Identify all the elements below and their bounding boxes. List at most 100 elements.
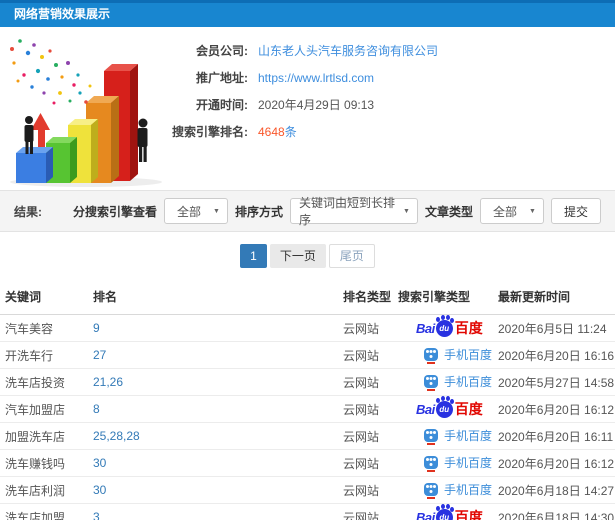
engine-view-select[interactable]: 全部 ▼ xyxy=(163,198,228,224)
update-time-cell: 2020年6月20日 16:12 xyxy=(493,449,615,477)
ranking-count-row: 搜索引擎排名: 4648 条 xyxy=(160,118,615,145)
rank-type-cell: 云网站 xyxy=(338,449,393,477)
member-info: 会员公司: 山东老人头汽车服务咨询有限公司 推广地址: https://www.… xyxy=(160,37,615,145)
filter-controls: 分搜索引擎查看 全部 ▼ 排序方式 关键词由短到长排序 ▼ 文章类型 全部 ▼ … xyxy=(73,196,601,227)
member-company-link[interactable]: 山东老人头汽车服务咨询有限公司 xyxy=(258,42,438,59)
keyword-cell: 洗车店利润 xyxy=(0,476,88,504)
table-row: 汽车加盟店 8 云网站 Bai du 百度 2020年6月20日 16:12 xyxy=(0,395,615,423)
mobile-baidu-label: 手机百度 xyxy=(444,429,493,443)
mobile-baidu-label: 手机百度 xyxy=(444,483,493,497)
promo-url-link[interactable]: https://www.lrtlsd.com xyxy=(258,71,374,85)
results-table: 关键词 排名 排名类型 搜索引擎类型 最新更新时间 汽车美容 9 云网站 Bai… xyxy=(0,280,615,520)
rank-link[interactable]: 3 xyxy=(93,510,100,520)
baidu-paw-icon: du xyxy=(435,397,453,418)
table-row: 洗车赚钱吗 30 云网站 手机百度 2020年6月20日 16:12 xyxy=(0,449,615,477)
article-type-selected: 全部 xyxy=(492,204,517,219)
baidu-paw-icon: du xyxy=(435,316,453,337)
baidu-paw-icon: du xyxy=(435,505,453,520)
baidu-logo-cn: 百度 xyxy=(454,401,483,417)
table-row: 洗车店加盟 3 云网站 Bai du 百度 2020年6月18日 14:30 xyxy=(0,503,615,520)
rank-link[interactable]: 9 xyxy=(93,321,100,335)
table-row: 开洗车行 27 云网站 手机百度 2020年6月20日 16:16 xyxy=(0,341,615,369)
rank-type-cell: 云网站 xyxy=(338,476,393,504)
col-rank: 排名 xyxy=(88,280,338,315)
engine-cell: 手机百度 xyxy=(393,422,493,450)
engine-cell: 手机百度 xyxy=(393,341,493,369)
ranking-count-suffix[interactable]: 条 xyxy=(285,123,297,140)
engine-cell: Bai du 百度 xyxy=(393,503,493,520)
rank-link[interactable]: 30 xyxy=(93,483,106,497)
page-1-button[interactable]: 1 xyxy=(240,244,267,268)
update-time-cell: 2020年6月20日 16:16 xyxy=(493,341,615,369)
update-time-cell: 2020年6月18日 14:30 xyxy=(493,503,615,520)
baidu-logo-bai: Bai xyxy=(416,320,435,336)
open-time-row: 开通时间: 2020年4月29日 09:13 xyxy=(160,91,615,118)
mobile-baidu-label: 手机百度 xyxy=(444,348,493,362)
engine-cell: 手机百度 xyxy=(393,368,493,396)
baidu-logo: Bai du 百度 xyxy=(416,397,483,419)
last-page-button[interactable]: 尾页 xyxy=(328,244,375,268)
engine-cell: 手机百度 xyxy=(393,476,493,504)
chevron-down-icon: ▼ xyxy=(529,207,536,215)
filter-bar: 结果: 分搜索引擎查看 全部 ▼ 排序方式 关键词由短到长排序 ▼ 文章类型 全… xyxy=(0,190,615,232)
engine-cell: Bai du 百度 xyxy=(393,314,493,342)
rank-type-cell: 云网站 xyxy=(338,368,393,396)
baidu-logo: Bai du 百度 xyxy=(416,505,483,520)
rank-link[interactable]: 30 xyxy=(93,456,106,470)
article-type-select[interactable]: 全部 ▼ xyxy=(479,198,544,224)
keyword-cell: 汽车美容 xyxy=(0,314,88,342)
update-time-cell: 2020年6月5日 11:24 xyxy=(493,314,615,342)
summary-section: 会员公司: 山东老人头汽车服务咨询有限公司 推广地址: https://www.… xyxy=(0,27,615,190)
page-header: 网络营销效果展示 xyxy=(0,0,615,27)
rank-link[interactable]: 25,28,28 xyxy=(93,429,140,443)
mobile-baidu-logo: 手机百度 xyxy=(424,427,493,445)
mobile-baidu-logo: 手机百度 xyxy=(424,346,493,364)
sort-select[interactable]: 关键词由短到长排序 ▼ xyxy=(289,196,418,227)
keyword-cell: 洗车店加盟 xyxy=(0,503,88,520)
keyword-cell: 开洗车行 xyxy=(0,341,88,369)
baidu-logo: Bai du 百度 xyxy=(416,316,483,338)
next-page-button[interactable]: 下一页 xyxy=(269,244,326,268)
chevron-down-icon: ▼ xyxy=(213,207,220,215)
col-keyword: 关键词 xyxy=(0,280,88,315)
mobile-baidu-paw-icon xyxy=(424,375,438,391)
engine-view-selected: 全部 xyxy=(176,204,201,219)
baidu-logo-bai: Bai xyxy=(416,509,435,520)
rank-link[interactable]: 27 xyxy=(93,348,106,362)
rank-link[interactable]: 8 xyxy=(93,402,100,416)
update-time-cell: 2020年6月20日 16:12 xyxy=(493,395,615,423)
submit-button[interactable]: 提交 xyxy=(550,198,601,224)
table-header-row: 关键词 排名 排名类型 搜索引擎类型 最新更新时间 xyxy=(0,280,615,315)
mobile-baidu-label: 手机百度 xyxy=(444,456,493,470)
ranking-count-label: 搜索引擎排名: xyxy=(172,125,248,139)
mobile-baidu-paw-icon xyxy=(424,483,438,499)
member-company-label: 会员公司: xyxy=(196,44,248,58)
engine-cell: Bai du 百度 xyxy=(393,395,493,423)
mobile-baidu-logo: 手机百度 xyxy=(424,481,493,499)
page: 网络营销效果展示 会员公司: 山东老人头汽车服务咨询有限公司 推广地址: htt… xyxy=(0,0,615,520)
rank-type-cell: 云网站 xyxy=(338,314,393,342)
chevron-down-icon: ▼ xyxy=(403,207,410,215)
keyword-cell: 汽车加盟店 xyxy=(0,395,88,423)
open-time-label: 开通时间: xyxy=(196,98,248,112)
results-table-body: 汽车美容 9 云网站 Bai du 百度 2020年6月5日 11:24 开洗车行 … xyxy=(0,314,615,520)
update-time-cell: 2020年5月27日 14:58 xyxy=(493,368,615,396)
rank-type-cell: 云网站 xyxy=(338,422,393,450)
mobile-baidu-paw-icon xyxy=(424,429,438,445)
rank-type-cell: 云网站 xyxy=(338,341,393,369)
rank-link[interactable]: 21,26 xyxy=(93,375,123,389)
page-title: 网络营销效果展示 xyxy=(14,7,111,21)
open-time-value: 2020年4月29日 09:13 xyxy=(258,98,375,112)
table-row: 汽车美容 9 云网站 Bai du 百度 2020年6月5日 11:24 xyxy=(0,314,615,342)
pagination: 1 下一页 尾页 xyxy=(0,232,615,280)
col-update-time: 最新更新时间 xyxy=(493,280,615,315)
sort-selected: 关键词由短到长排序 xyxy=(298,196,395,227)
mobile-baidu-label: 手机百度 xyxy=(444,375,493,389)
results-label: 结果: xyxy=(14,204,42,219)
rank-type-cell: 云网站 xyxy=(338,395,393,423)
keyword-cell: 洗车赚钱吗 xyxy=(0,449,88,477)
ranking-count-value: 4648 xyxy=(258,124,285,139)
table-row: 洗车店利润 30 云网站 手机百度 2020年6月18日 14:27 xyxy=(0,476,615,504)
keyword-cell: 加盟洗车店 xyxy=(0,422,88,450)
article-type-label: 文章类型 xyxy=(424,204,473,219)
